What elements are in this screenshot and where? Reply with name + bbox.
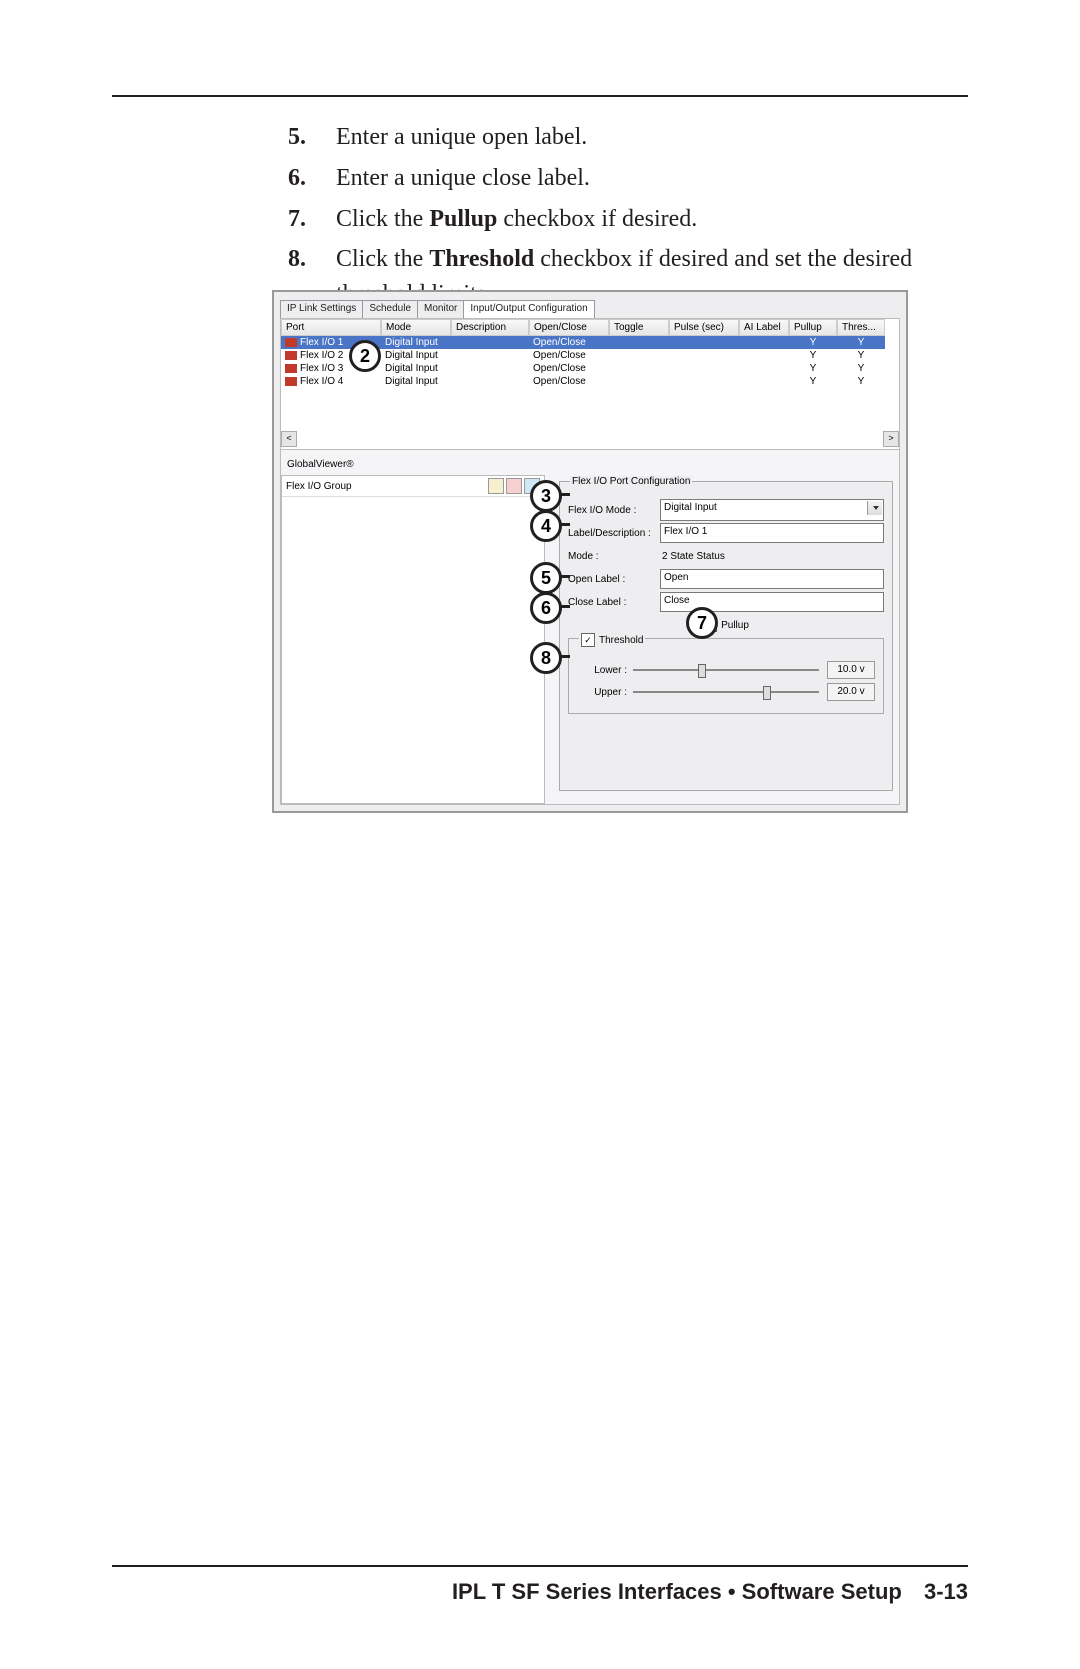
tab-schedule[interactable]: Schedule (362, 300, 418, 318)
slider-thumb[interactable] (763, 686, 771, 700)
callout-3: 3 (530, 480, 562, 512)
mode-label: Flex I/O Mode : (568, 505, 660, 516)
state-label: Mode : (568, 551, 660, 562)
callout-4: 4 (530, 510, 562, 542)
pullup-label: Pullup (721, 620, 749, 631)
instruction-5: 5. Enter a unique open label. (288, 120, 928, 155)
callout-5: 5 (530, 562, 562, 594)
config-title: Flex I/O Port Configuration (570, 476, 692, 487)
tree-delete-icon[interactable] (506, 478, 522, 494)
step-num: 7 (288, 206, 300, 232)
threshold-label: Threshold (599, 635, 643, 646)
col-thres[interactable]: Thres... (837, 319, 885, 336)
step-text-pre: Click the (336, 246, 429, 272)
mode-select[interactable]: Digital Input (660, 499, 884, 521)
scroll-left[interactable]: < (281, 431, 297, 447)
lower-readout: 10.0 v (827, 661, 875, 679)
scroll-right[interactable]: > (883, 431, 899, 447)
callout-6: 6 (530, 592, 562, 624)
open-label: Open Label : (568, 574, 660, 585)
col-port[interactable]: Port (281, 319, 381, 336)
page-footer: IPL T SF Series Interfaces • Software Se… (112, 1565, 968, 1605)
instruction-7: 7. Click the Pullup checkbox if desired. (288, 202, 928, 237)
step-text-bold: Threshold (429, 246, 534, 272)
instruction-6: 6. Enter a unique close label. (288, 161, 928, 196)
upper-readout: 20.0 v (827, 683, 875, 701)
upper-label: Upper : (577, 687, 633, 698)
port-grid: Port Mode Description Open/Close Toggle … (281, 319, 899, 450)
callout-7: 7 (686, 607, 718, 639)
tree-new-icon[interactable] (488, 478, 504, 494)
step-text-bold: Pullup (429, 206, 497, 232)
lower-slider[interactable] (633, 669, 819, 671)
slider-thumb[interactable] (698, 664, 706, 678)
step-text-pre: Click the (336, 206, 429, 232)
tab-monitor[interactable]: Monitor (417, 300, 464, 318)
col-mode[interactable]: Mode (381, 319, 451, 336)
callout-2: 2 (349, 340, 381, 372)
footer-title: IPL T SF Series Interfaces • Software Se… (452, 1579, 902, 1604)
step-text: Enter a unique close label. (336, 165, 590, 191)
port-config-group: Flex I/O Port Configuration Flex I/O Mod… (559, 481, 893, 791)
col-pulse[interactable]: Pulse (sec) (669, 319, 739, 336)
table-row[interactable]: Flex I/O 4Digital InputOpen/CloseYY (281, 375, 899, 388)
upper-slider[interactable] (633, 691, 819, 693)
desc-input[interactable]: Flex I/O 1 (660, 523, 884, 543)
group-tree: Flex I/O Group (281, 475, 545, 804)
screenshot-panel: IP Link Settings Schedule Monitor Input/… (272, 290, 908, 813)
open-input[interactable]: Open (660, 569, 884, 589)
chevron-down-icon (873, 506, 879, 510)
step-text: Enter a unique open label. (336, 124, 587, 150)
tab-bar: IP Link Settings Schedule Monitor Input/… (280, 300, 594, 318)
page-rule (112, 95, 968, 97)
desc-label: Label/Description : (568, 528, 660, 539)
lower-label: Lower : (577, 665, 633, 676)
tab-io-config[interactable]: Input/Output Configuration (463, 300, 594, 318)
instruction-list: 5. Enter a unique open label. 6. Enter a… (288, 120, 928, 318)
tree-root-label[interactable]: Flex I/O Group (286, 481, 352, 492)
callout-8: 8 (530, 642, 562, 674)
col-ailabel[interactable]: AI Label (739, 319, 789, 336)
threshold-group: ✓ Threshold Lower : 10.0 v Upper : 20.0 … (568, 638, 884, 714)
step-num: 6 (288, 165, 300, 191)
col-toggle[interactable]: Toggle (609, 319, 669, 336)
state-value: 2 State Status (660, 551, 725, 562)
panel-body: Port Mode Description Open/Close Toggle … (280, 318, 900, 805)
step-num: 8 (288, 246, 300, 272)
step-text-post: checkbox if desired. (497, 206, 697, 232)
col-pullup[interactable]: Pullup (789, 319, 837, 336)
step-num: 5 (288, 124, 300, 150)
col-desc[interactable]: Description (451, 319, 529, 336)
close-label: Close Label : (568, 597, 660, 608)
grid-header: Port Mode Description Open/Close Toggle … (281, 319, 899, 336)
threshold-checkbox[interactable]: ✓ (581, 633, 595, 647)
footer-page: 3-13 (924, 1579, 968, 1604)
col-openclose[interactable]: Open/Close (529, 319, 609, 336)
globalviewer-label: GlobalViewer® (287, 459, 354, 470)
tab-ip-link[interactable]: IP Link Settings (280, 300, 363, 318)
